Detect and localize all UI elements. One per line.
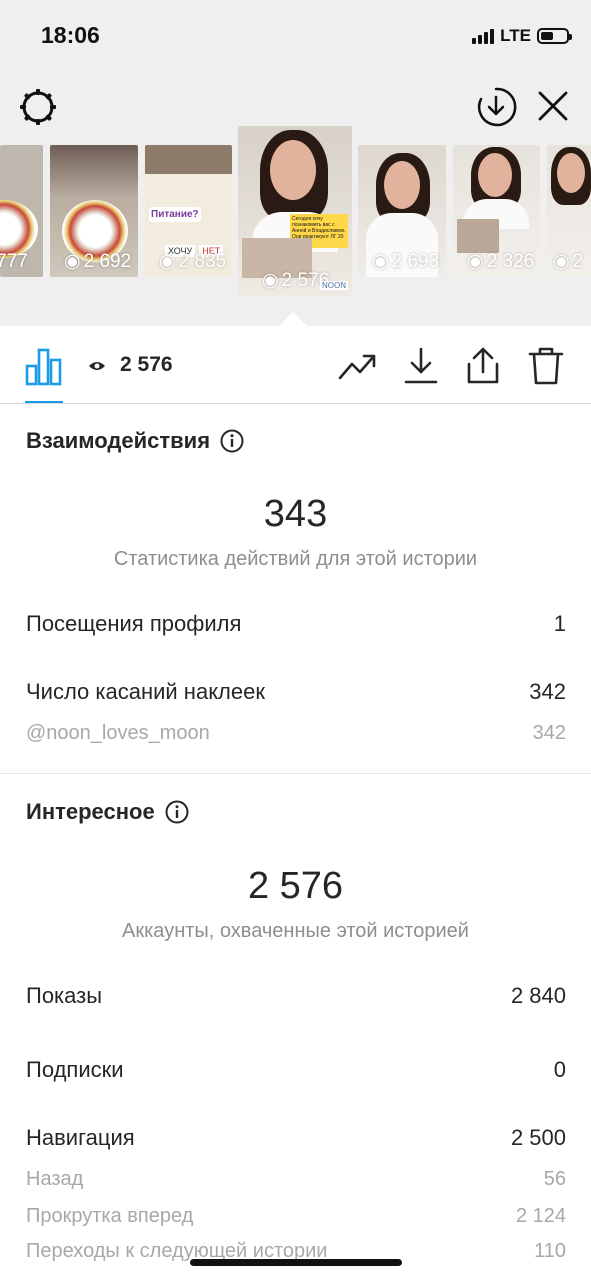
selected-pointer (278, 312, 308, 327)
stat-row-follows: Подписки 0 (26, 1057, 566, 1083)
stat-value: 110 (534, 1240, 566, 1262)
stat-subrow-back: Назад 56 (26, 1168, 566, 1191)
story-thumbnail-selected[interactable]: Сегодня хочу познакомить вас с Анной и В… (238, 126, 352, 296)
story-thumbnail[interactable]: 777 (0, 145, 43, 277)
stat-value: 2 500 (510, 1125, 566, 1150)
bar-chart-icon[interactable] (25, 348, 63, 386)
stat-label: Навигация (26, 1125, 135, 1150)
mention-link[interactable]: @noon_loves_moon (26, 722, 210, 745)
stat-label: Посещения профиля (26, 611, 242, 636)
stat-subrow-mention[interactable]: @noon_loves_moon 342 (26, 722, 566, 745)
eye-icon: ◉ (553, 251, 570, 272)
eye-icon: ◉ (467, 251, 484, 272)
discovery-total: 2 576 (247, 865, 344, 907)
eye-icon: ◉ (262, 270, 279, 291)
story-view-count: 2 693 (391, 250, 440, 272)
discovery-heading: Интересное (26, 799, 189, 825)
stat-row-sticker-taps: Число касаний наклеек 342 (26, 679, 566, 705)
trending-icon[interactable] (338, 346, 378, 386)
home-indicator[interactable] (190, 1259, 402, 1266)
story-thumbnail[interactable]: Питание? ХОЧУ НЕТ ◉ 2 835 (145, 145, 232, 277)
interactions-title: Взаимодействия (26, 428, 211, 453)
story-toolbar: 2 576 (0, 326, 591, 404)
stat-value: 0 (553, 1057, 566, 1082)
share-icon[interactable] (463, 346, 503, 386)
view-count: 2 576 (120, 353, 173, 376)
story-thumbnail[interactable]: ◉ 2 693 (358, 145, 446, 277)
story-strip-area: 18:06 LTE 777 ◉ 2 692 Питание? ХОЧУ НЕТ … (0, 0, 591, 327)
stat-value: 1 (553, 611, 566, 636)
stat-label: Показы (26, 983, 103, 1008)
story-thumbnail[interactable]: ◉ 2 692 (50, 145, 138, 277)
story-view-count: 2 692 (83, 250, 132, 272)
eye-icon (89, 362, 105, 370)
stat-row-profile-visits: Посещения профиля 1 (26, 611, 566, 637)
trash-icon[interactable] (526, 346, 566, 386)
interactions-total: 343 (263, 493, 328, 535)
stat-label: Прокрутка вперед (26, 1205, 194, 1227)
story-tag: NOON (320, 281, 348, 290)
network-label: LTE (500, 26, 531, 45)
eye-icon: ◉ (159, 251, 176, 272)
story-photo (457, 219, 499, 253)
story-view-count: 2 326 (486, 250, 535, 272)
stat-row-impressions: Показы 2 840 (26, 983, 566, 1009)
discovery-subtitle: Аккаунты, охваченные этой историей (122, 920, 469, 942)
info-icon[interactable] (165, 800, 189, 824)
story-thumbnail[interactable]: ◉ 2 326 (453, 145, 540, 277)
settings-gear-icon[interactable] (18, 87, 58, 127)
story-view-count: 777 (0, 251, 28, 272)
story-thumbnail[interactable]: ◉ 2 (547, 145, 591, 277)
active-tab-indicator (25, 401, 63, 403)
interactions-subtitle: Статистика действий для этой истории (113, 548, 478, 570)
stat-value: 56 (543, 1168, 566, 1190)
section-divider (0, 773, 591, 774)
stat-value: 342 (529, 679, 566, 704)
stat-label: Подписки (26, 1057, 124, 1082)
battery-icon (537, 28, 572, 44)
info-icon[interactable] (220, 429, 244, 453)
sticker-question: Питание? (149, 207, 201, 222)
stat-label: Число касаний наклеек (26, 679, 265, 704)
save-story-icon[interactable] (475, 86, 517, 128)
close-icon[interactable] (536, 89, 570, 123)
stat-row-navigation: Навигация 2 500 (26, 1125, 566, 1151)
stat-value: 2 840 (510, 983, 566, 1008)
eye-icon: ◉ (372, 251, 389, 272)
stat-subrow-forward: Прокрутка вперед 2 124 (26, 1205, 566, 1228)
discovery-title: Интересное (26, 799, 155, 824)
download-icon[interactable] (401, 346, 441, 386)
stat-value: 342 (532, 722, 566, 744)
signal-icon (472, 28, 495, 44)
interactions-heading: Взаимодействия (26, 428, 244, 454)
story-view-count: 2 (572, 250, 584, 272)
story-view-count: 2 835 (178, 250, 227, 272)
stat-label: Назад (26, 1168, 84, 1190)
status-time: 18:06 (41, 22, 100, 48)
status-icons: LTE (472, 26, 572, 46)
eye-icon: ◉ (64, 251, 81, 272)
stat-value: 2 124 (515, 1205, 566, 1227)
